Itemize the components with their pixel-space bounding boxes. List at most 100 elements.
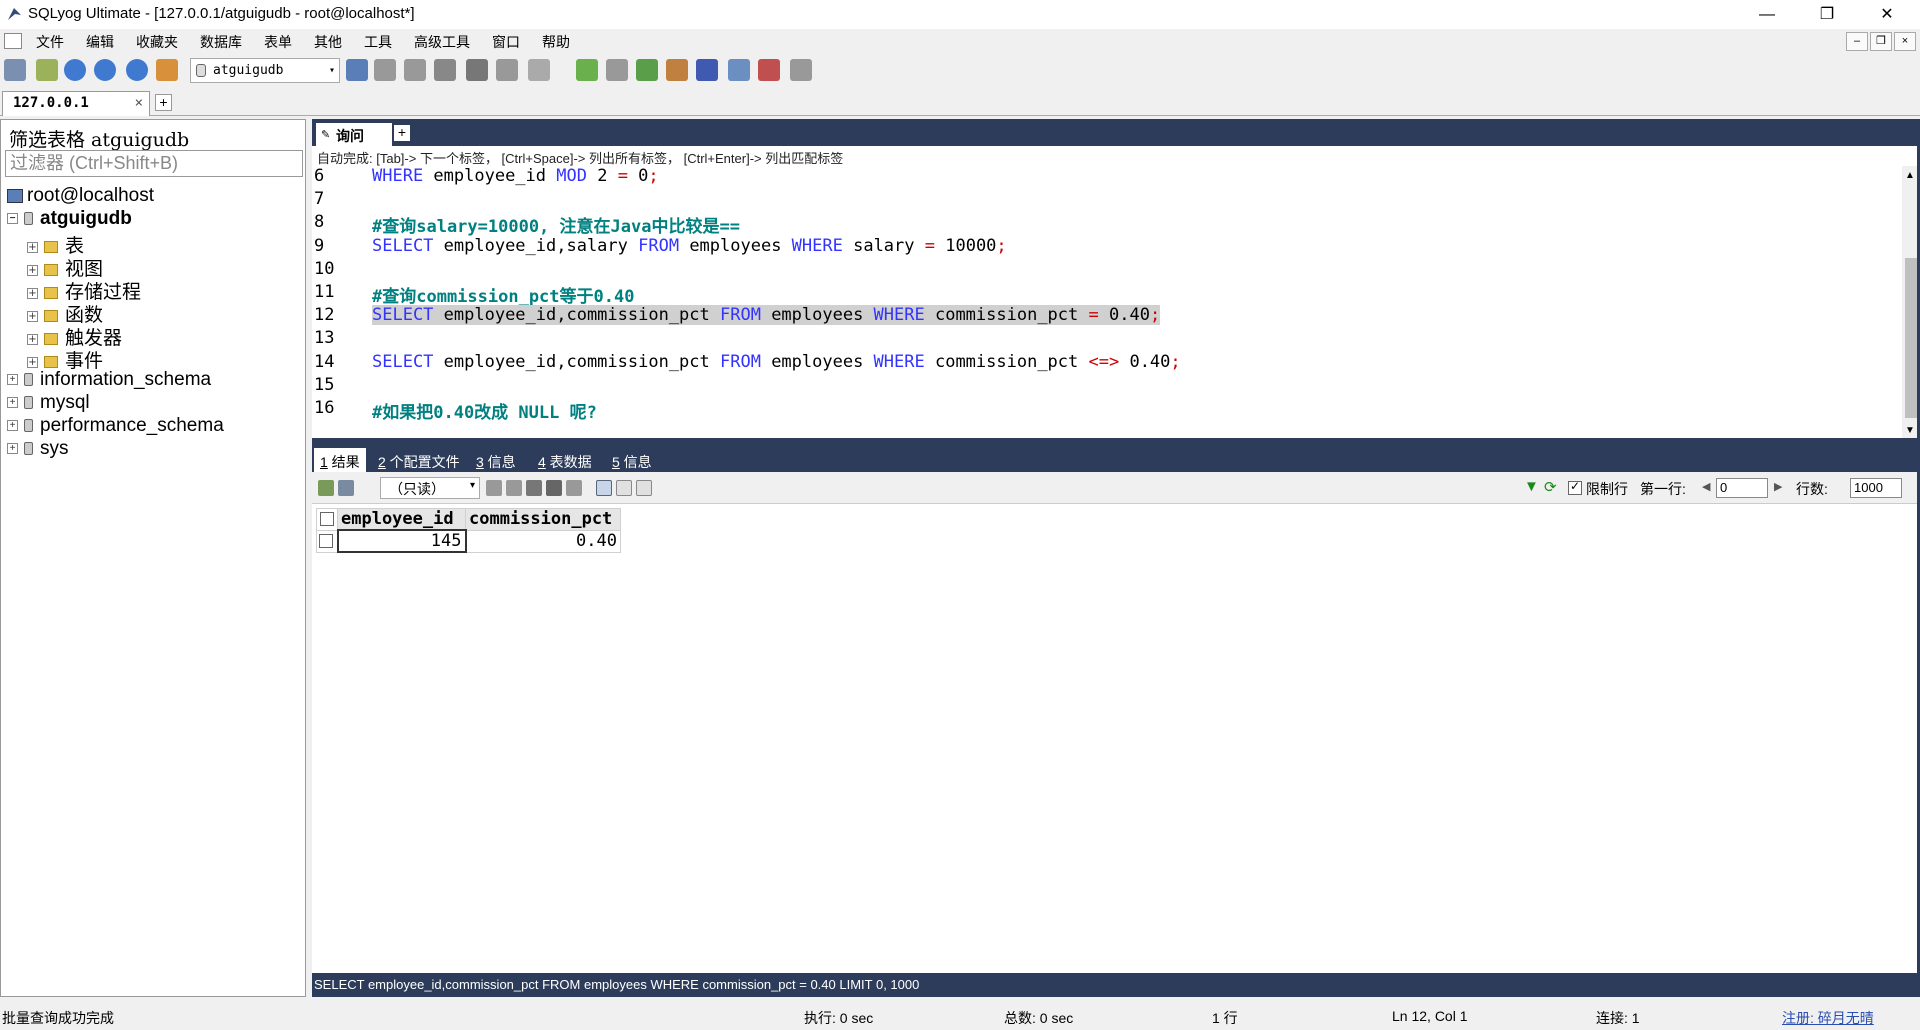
scroll-down-icon[interactable]: ▼ <box>1905 425 1915 436</box>
close-button[interactable]: ✕ <box>1864 0 1910 29</box>
stop-icon[interactable] <box>156 59 178 81</box>
menu-item-7[interactable]: 高级工具 <box>414 32 470 52</box>
column-header[interactable]: employee_id <box>337 508 466 531</box>
insert-row-icon[interactable] <box>486 480 502 496</box>
query-builder-icon[interactable] <box>758 59 780 81</box>
close-tab-icon[interactable]: × <box>135 95 143 111</box>
expand-icon[interactable]: + <box>7 443 18 455</box>
tree-node-database[interactable]: + information_schema <box>7 369 211 393</box>
grid-cell[interactable]: 0.40 <box>465 529 621 553</box>
notifications-icon[interactable] <box>790 59 812 81</box>
backup-icon[interactable] <box>434 59 456 81</box>
tree-node-database[interactable]: + performance_schema <box>7 415 224 439</box>
form-view-icon[interactable] <box>616 480 632 496</box>
menu-item-2[interactable]: 收藏夹 <box>136 32 178 52</box>
sync-icon[interactable] <box>576 59 598 81</box>
filter-icon[interactable]: ▼ <box>1524 478 1539 495</box>
result-tab-5[interactable]: 5 信息 <box>612 448 652 472</box>
delete-row-icon[interactable] <box>546 480 562 496</box>
schema-designer-icon[interactable] <box>728 59 750 81</box>
first-row-input[interactable]: 0 <box>1716 478 1768 498</box>
connection-tab[interactable]: 127.0.0.1 × <box>2 91 150 116</box>
expand-icon[interactable]: + <box>27 333 38 345</box>
document-icon[interactable] <box>4 33 22 49</box>
expand-icon[interactable]: + <box>27 287 38 299</box>
mdi-minimize-button[interactable]: – <box>1846 32 1868 51</box>
rows-count-input[interactable]: 1000 <box>1850 478 1902 498</box>
new-query-tab-button[interactable]: + <box>394 125 410 141</box>
mdi-restore-button[interactable]: ❐ <box>1870 32 1892 51</box>
text-view-icon[interactable] <box>636 480 652 496</box>
grid-cell[interactable]: 145 <box>336 529 467 553</box>
tree-node-folder[interactable]: + 存储过程 <box>27 277 141 303</box>
export-result-icon[interactable] <box>318 480 334 496</box>
menu-item-9[interactable]: 帮助 <box>542 32 570 52</box>
tree-node-folder[interactable]: + 函数 <box>27 300 103 326</box>
user-manager-icon[interactable] <box>346 59 368 81</box>
readonly-mode-select[interactable]: （只读） ▾ <box>380 477 480 499</box>
limit-rows-checkbox[interactable] <box>1568 479 1582 495</box>
filter-input[interactable]: 过滤器 (Ctrl+Shift+B) <box>5 150 303 177</box>
sql-editor[interactable]: 6 7 8 9 10 11 12 13 14 15 16 ▲ ▼ WHERE employee_id… <box>312 166 1920 438</box>
compare-icon[interactable] <box>636 59 658 81</box>
minimize-button[interactable]: — <box>1744 0 1790 29</box>
schema-icon[interactable] <box>496 59 518 81</box>
tree-node-folder[interactable]: + 视图 <box>27 254 103 280</box>
tree-node-folder[interactable]: + 事件 <box>27 346 103 372</box>
menu-item-4[interactable]: 表单 <box>264 32 292 52</box>
collapse-icon[interactable]: − <box>7 213 18 225</box>
table-row[interactable]: 145 0.40 <box>316 529 621 553</box>
tree-node-database[interactable]: − atguigudb <box>7 208 132 232</box>
register-link[interactable]: 注册: 碎月无晴 <box>1782 1008 1874 1028</box>
copy-database-icon[interactable] <box>696 59 718 81</box>
expand-icon[interactable]: + <box>7 374 18 386</box>
duplicate-row-icon[interactable] <box>506 480 522 496</box>
table-data-icon[interactable] <box>466 59 488 81</box>
new-query-icon[interactable] <box>36 59 58 81</box>
next-page-icon[interactable]: ▶ <box>1774 480 1782 493</box>
prev-page-icon[interactable]: ◀ <box>1702 480 1710 493</box>
menu-item-8[interactable]: 窗口 <box>492 32 520 52</box>
tree-node-folder[interactable]: + 表 <box>27 231 84 257</box>
expand-icon[interactable]: + <box>27 264 38 276</box>
select-all-cell[interactable] <box>316 508 338 531</box>
create-table-icon[interactable] <box>374 59 396 81</box>
result-tab-1[interactable]: 1 结果 <box>314 448 366 472</box>
menu-item-3[interactable]: 数据库 <box>200 32 242 52</box>
expand-icon[interactable]: + <box>7 397 18 409</box>
new-connection-tab-button[interactable]: + <box>155 94 172 111</box>
column-header[interactable]: commission_pct <box>465 508 621 531</box>
menu-item-5[interactable]: 其他 <box>314 32 342 52</box>
cancel-changes-icon[interactable] <box>566 480 582 496</box>
result-tab-4[interactable]: 4 表数据 <box>538 448 592 472</box>
tree-node-database[interactable]: + mysql <box>7 392 90 416</box>
mdi-close-button[interactable]: × <box>1894 32 1916 51</box>
menu-item-6[interactable]: 工具 <box>364 32 392 52</box>
tree-node-database[interactable]: + sys <box>7 438 69 462</box>
expand-icon[interactable]: + <box>27 310 38 322</box>
grid-view-icon[interactable] <box>596 480 612 496</box>
row-checkbox[interactable] <box>319 534 333 548</box>
result-tab-3[interactable]: 3 信息 <box>476 448 516 472</box>
maximize-button[interactable]: ❐ <box>1804 0 1850 29</box>
tree-node-folder[interactable]: + 触发器 <box>27 323 122 349</box>
result-options-icon[interactable] <box>338 480 354 496</box>
refresh-icon[interactable] <box>126 59 148 81</box>
execute-all-icon[interactable] <box>94 59 116 81</box>
row-select-cell[interactable] <box>316 529 338 553</box>
menu-item-0[interactable]: 文件 <box>36 32 64 52</box>
tree-node-root[interactable]: root@localhost <box>7 185 154 209</box>
query-tab[interactable]: ✎ 询问 <box>316 123 392 146</box>
expand-icon[interactable]: + <box>27 356 38 368</box>
database-selector[interactable]: atguigudb ▾ <box>190 58 340 83</box>
save-icon[interactable] <box>526 480 542 496</box>
editor-result-splitter[interactable] <box>312 438 1920 448</box>
new-connection-icon[interactable] <box>4 59 26 81</box>
export-icon[interactable] <box>528 59 550 81</box>
import-icon[interactable] <box>606 59 628 81</box>
scroll-up-icon[interactable]: ▲ <box>1905 170 1915 181</box>
expand-icon[interactable]: + <box>27 241 38 253</box>
expand-icon[interactable]: + <box>7 420 18 432</box>
execute-query-icon[interactable] <box>64 59 86 81</box>
select-all-checkbox[interactable] <box>320 512 334 527</box>
